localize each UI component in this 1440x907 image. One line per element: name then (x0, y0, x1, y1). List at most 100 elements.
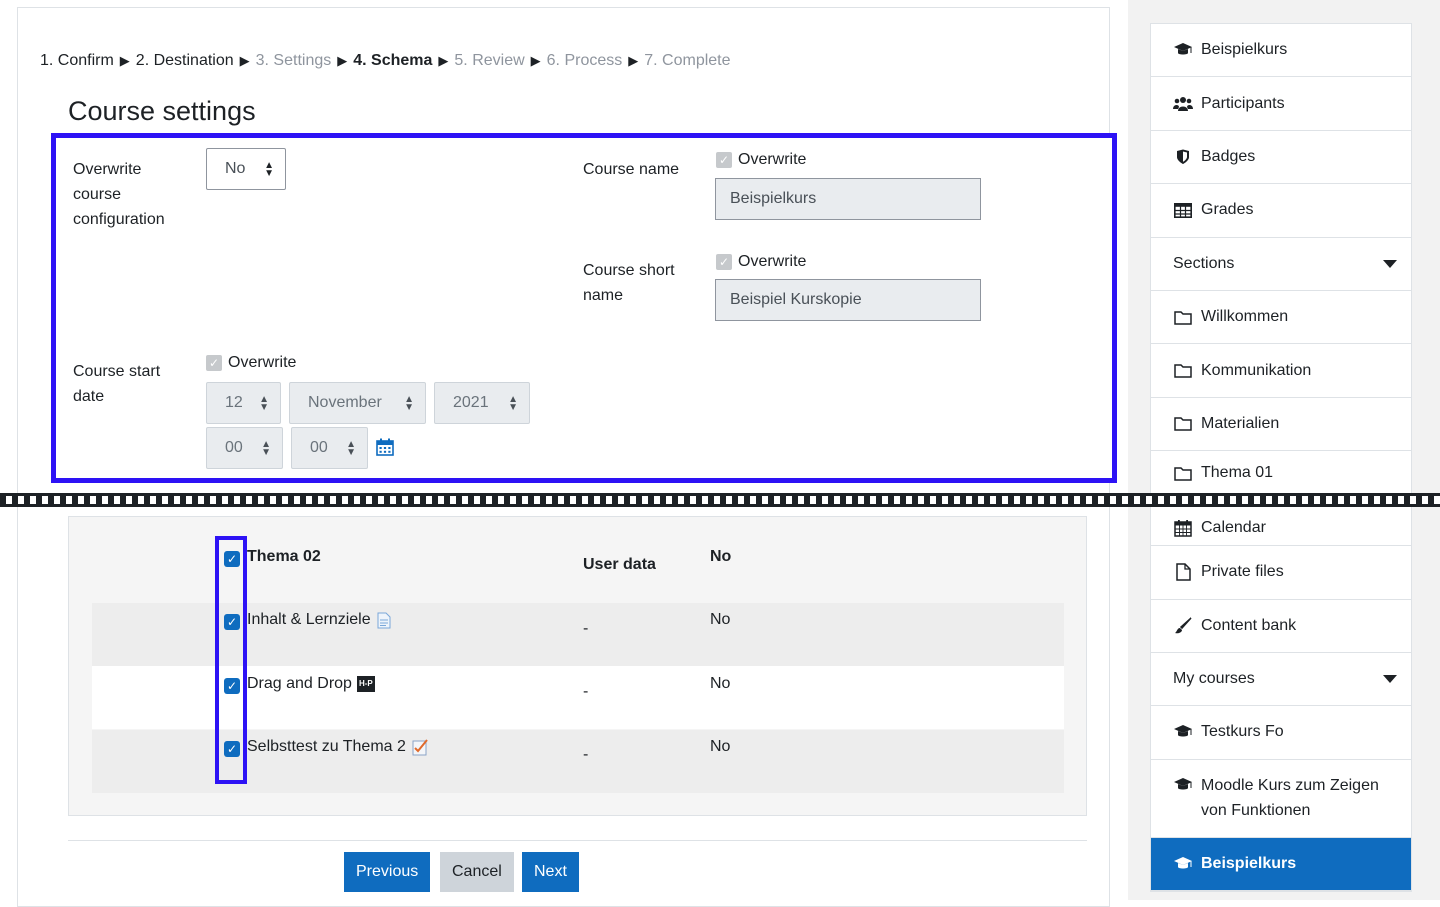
page-icon (377, 612, 391, 628)
course-name-overwrite[interactable]: ✓ Overwrite (716, 151, 806, 169)
sidebar-item-private-files[interactable]: Private files (1151, 546, 1411, 600)
course-name-label: Course name (583, 161, 680, 178)
file-icon (1173, 563, 1193, 582)
activity-no-value: No (710, 738, 731, 755)
sidebar-item-kommunikation[interactable]: Kommunikation (1151, 344, 1411, 398)
table-icon (1173, 201, 1193, 219)
short-name-overwrite[interactable]: ✓ Overwrite (716, 253, 806, 271)
section-title: Thema 02 (247, 548, 321, 565)
screenshot-cut-divider (0, 493, 1440, 507)
section-no-value: No (710, 548, 732, 565)
select-arrows-icon: ▲ ▼ (404, 394, 414, 413)
step-process: 6. Process (546, 52, 623, 69)
hour-select[interactable]: 00 ▲ ▼ (206, 427, 283, 469)
shield-icon (1173, 148, 1193, 166)
activity-no-value: No (710, 675, 731, 692)
sidebar-item-label: Testkurs Fo (1201, 723, 1284, 741)
activity-user-data: - (583, 746, 589, 763)
checkbox-checked-icon[interactable]: ✓ (716, 152, 732, 168)
select-arrows-icon: ▲ ▼ (346, 439, 356, 458)
month-value: November (308, 394, 382, 411)
sidebar-item-moodle-kurs[interactable]: Moodle Kurs zum Zeigen von Funktionen (1151, 759, 1411, 838)
next-button[interactable]: Next (522, 852, 579, 892)
sidebar-item-label: Content bank (1201, 616, 1297, 634)
step-separator: ▶ (239, 53, 250, 68)
activity-user-data: - (583, 620, 589, 637)
checkbox-checked-icon[interactable]: ✓ (716, 254, 732, 270)
select-arrows-icon: ▲ ▼ (259, 394, 269, 413)
course-name-overwrite-label: Overwrite (738, 151, 807, 168)
sidebar-item-label: My courses (1173, 670, 1255, 688)
short-name-label: Course short name (583, 262, 675, 304)
users-icon (1173, 95, 1193, 113)
sidebar-item-label: Beispielkurs (1201, 854, 1297, 872)
quiz-icon (412, 739, 428, 756)
sidebar-item-content-bank[interactable]: Content bank (1151, 599, 1411, 653)
step-separator: ▶ (438, 53, 449, 68)
page-title: Course settings (68, 96, 256, 126)
cancel-button[interactable]: Cancel (440, 852, 514, 892)
step-schema: 4. Schema (353, 52, 433, 69)
start-date-overwrite-label: Overwrite (228, 354, 297, 371)
hour-value: 00 (225, 439, 243, 456)
sidebar-item-beispielkurs-active[interactable]: Beispielkurs (1151, 837, 1411, 892)
sidebar-item-materialien[interactable]: Materialien (1151, 397, 1411, 452)
minute-value: 00 (310, 439, 328, 456)
sidebar-item-badges[interactable]: Badges (1151, 130, 1411, 185)
sidebar-item-label: Private files (1201, 563, 1284, 581)
activity-label: Selbsttest zu Thema 2 (247, 738, 430, 756)
user-data-header: User data (583, 556, 656, 573)
start-date-overwrite[interactable]: ✓ Overwrite (206, 354, 296, 372)
graduation-cap-icon (1173, 41, 1193, 59)
year-value: 2021 (453, 394, 489, 411)
step-settings: 3. Settings (255, 52, 332, 69)
caret-down-icon (1383, 674, 1397, 683)
overwrite-config-label: Overwrite course configuration (73, 161, 165, 228)
graduation-cap-icon (1173, 855, 1193, 873)
sidebar-item-grades[interactable]: Grades (1151, 184, 1411, 238)
start-date-label: Course start date (73, 363, 161, 405)
folder-icon (1173, 362, 1193, 380)
minute-select[interactable]: 00 ▲ ▼ (291, 427, 368, 469)
sidebar-item-thema-01[interactable]: Thema 01 (1151, 451, 1411, 497)
activity-no-value: No (710, 611, 731, 628)
checkbox-column-highlight (215, 536, 247, 784)
select-arrows-icon: ▲ ▼ (264, 160, 274, 179)
course-name-input[interactable]: Beispielkurs (715, 178, 981, 220)
month-select[interactable]: November ▲ ▼ (289, 382, 426, 424)
sidebar-section-my-courses[interactable]: My courses (1151, 652, 1411, 707)
sidebar-item-label: Badges (1201, 147, 1256, 165)
sidebar-item-label: Kommunikation (1201, 361, 1312, 379)
step-separator: ▶ (337, 53, 348, 68)
form-divider (68, 840, 1087, 841)
folder-icon (1173, 308, 1193, 326)
sidebar-item-participants[interactable]: Participants (1151, 77, 1411, 131)
short-name-input[interactable]: Beispiel Kurskopie (715, 279, 981, 321)
activity-name: Selbsttest zu Thema 2 (247, 738, 406, 755)
activity-user-data: - (583, 683, 589, 700)
sidebar-item-willkommen[interactable]: Willkommen (1151, 290, 1411, 345)
course-navigation: Beispielkurs Participants Badges Grades … (1150, 23, 1412, 893)
checkbox-checked-icon[interactable]: ✓ (206, 355, 222, 371)
short-name-overwrite-label: Overwrite (738, 253, 807, 270)
step-destination: 2. Destination (135, 52, 234, 69)
activity-name: Drag and Drop (247, 675, 352, 692)
sidebar-item-testkurs-fo[interactable]: Testkurs Fo (1151, 706, 1411, 760)
step-confirm: 1. Confirm (40, 52, 114, 69)
calendar-icon[interactable] (375, 437, 395, 457)
year-select[interactable]: 2021 ▲ ▼ (434, 382, 530, 424)
previous-button[interactable]: Previous (344, 852, 431, 892)
h5p-icon: H-P (356, 676, 375, 692)
sidebar-item-beispielkurs[interactable]: Beispielkurs (1151, 24, 1411, 78)
overwrite-config-select[interactable]: No ▲ ▼ (206, 148, 286, 190)
step-separator: ▶ (530, 53, 541, 68)
sidebar-section-sections[interactable]: Sections (1151, 237, 1411, 291)
graduation-cap-icon (1173, 723, 1193, 741)
wizard-steps: 1. Confirm ▶ 2. Destination ▶ 3. Settings ▶ 4.… (40, 52, 735, 70)
day-value: 12 (225, 394, 243, 411)
sidebar-item-label: Beispielkurs (1201, 41, 1288, 59)
calendar-icon (1173, 519, 1193, 537)
sidebar-item-label: Thema 01 (1201, 464, 1274, 482)
day-select[interactable]: 12 ▲ ▼ (206, 382, 281, 424)
step-separator: ▶ (119, 53, 130, 68)
